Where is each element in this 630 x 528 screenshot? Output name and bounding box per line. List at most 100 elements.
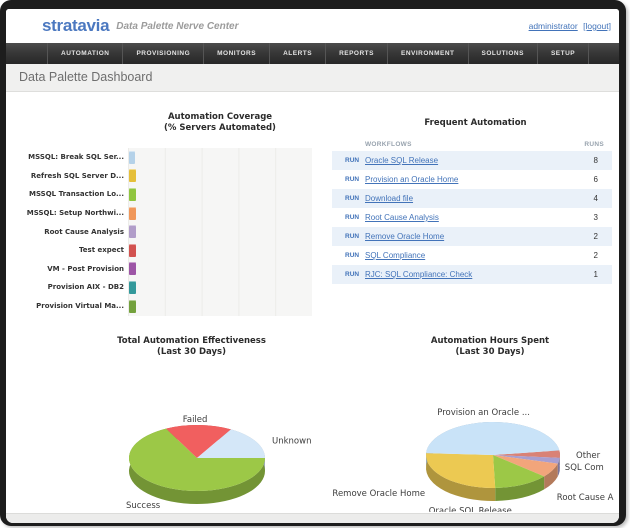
window-frame: stratavia Data Palette Nerve Center admi… [0,0,626,526]
workflow-link[interactable]: Remove Oracle Home [365,232,568,241]
bar-label: VM - Post Provision [47,264,124,273]
effectiveness-pie: Success Failed Unknown [126,415,311,511]
user-area: administrator [logout] [526,21,611,31]
chart-subtitle: (% Servers Automated) [164,123,276,133]
chart-title-block: Automation Coverage (% Servers Automated… [128,112,312,134]
logout-link[interactable]: [logout] [583,21,611,31]
run-button[interactable]: RUN [332,195,365,202]
bar-mssql-transaction-lo [129,187,137,201]
nav-item-automation[interactable]: AUTOMATION [47,43,124,64]
run-button[interactable]: RUN [332,233,365,240]
table-row: RUN RJC: SQL Compliance: Check 1 [332,265,612,284]
automation-coverage-chart: Automation Coverage (% Servers Automated… [6,92,324,328]
runs-count: 1 [593,270,598,279]
pie-label-unknown: Unknown [272,437,311,447]
table-row: RUN Oracle SQL Release 8 [332,151,612,170]
column-header-runs: RUNS [584,140,604,148]
bar-test-expect [129,243,137,257]
bar-label: MSSQL Transaction Lo... [28,190,124,199]
app-header: stratavia Data Palette Nerve Center admi… [6,9,619,43]
run-button[interactable]: RUN [332,214,365,221]
pie-label-remove-oracle-home: Remove Oracle Home [332,489,425,499]
nav-item-setup[interactable]: SETUP [538,43,590,64]
bar-refresh-sql-server-d [129,169,137,183]
hours-spent-pie: Other SQL Com Root Cause A Oracle SQL Relea… [332,408,614,512]
page-title: Data Palette Dashboard [6,64,619,92]
workflow-link[interactable]: SQL Compliance [365,251,568,260]
runs-count: 2 [593,232,598,241]
runs-count: 3 [593,213,598,222]
bar-row: Provision AIX - DB2 [6,278,324,297]
bar-vm-post-provision [129,262,137,276]
table-row: RUN Root Cause Analysis 3 [332,208,612,227]
brand-tagline: Data Palette Nerve Center [116,20,239,32]
bar-row: Root Cause Analysis [6,222,324,241]
bar-row: Provision Virtual Ma... [6,297,324,316]
bar-label: Test expect [78,246,124,255]
pie-label-oracle-sql-release: Oracle SQL Release [429,506,512,512]
brand-logo: stratavia [42,16,110,35]
nav-item-monitors[interactable]: MONITORS [204,43,271,64]
bar-label: Provision AIX - DB2 [47,283,124,292]
bar-provision-aix-db2 [129,280,137,294]
chart-title: Total Automation Effectiveness [117,336,266,346]
chart-title: Automation Coverage [167,112,273,122]
bar-row: MSSQL: Break SQL Ser... [6,148,324,167]
bar-label: Root Cause Analysis [44,227,124,236]
pie-label-root-cause-a: Root Cause A [557,493,614,503]
table-row: RUN Provision an Oracle Home 6 [332,170,612,189]
workflow-link[interactable]: Provision an Oracle Home [365,175,568,184]
bar-label: MSSQL: Break SQL Ser... [28,153,124,162]
bar-label: Refresh SQL Server D... [30,171,124,180]
bar-chart: MSSQL: Break SQL Ser... Refresh SQL Serve… [6,148,324,316]
bar-row: VM - Post Provision [6,260,324,279]
column-header-workflows: WORKFLOWS [365,140,412,148]
bar-mssql-break-sql-ser [129,150,136,164]
bar-mssql-setup-northwi [129,206,137,220]
hours-spent-chart: Automation Hours Spent (Last 30 Days) Ot… [321,328,619,512]
pie-label-sql-com: SQL Com [565,463,604,473]
chart-subtitle: (Last 30 Days) [157,347,226,357]
runs-count: 4 [593,194,598,203]
nav-item-environment[interactable]: ENVIRONMENT [388,43,469,64]
pie-label-provision-an-oracle: Provision an Oracle ... [437,408,530,418]
bar-label: MSSQL: Setup Northwi... [26,209,124,218]
app-window: stratavia Data Palette Nerve Center admi… [6,9,619,523]
bar-label: Provision Virtual Ma... [36,302,124,311]
run-button[interactable]: RUN [332,157,365,164]
window-footer [6,513,619,523]
chart-subtitle: (Last 30 Days) [455,347,525,357]
effectiveness-chart: Total Automation Effectiveness (Last 30 … [6,328,321,512]
dashboard-content: Automation Coverage (% Servers Automated… [6,92,619,513]
table-row: RUN Download file 4 [332,189,612,208]
user-link[interactable]: administrator [529,21,578,31]
workflow-link[interactable]: RJC: SQL Compliance: Check [365,270,568,279]
chart-title-block: Automation Hours Spent (Last 30 Days) [361,336,619,358]
bar-row: Test expect [6,241,324,260]
table-title: Frequent Automation [424,118,527,128]
nav-item-alerts[interactable]: ALERTS [270,43,327,64]
workflow-link[interactable]: Download file [365,194,568,203]
nav-item-provisioning[interactable]: PROVISIONING [123,43,205,64]
run-button[interactable]: RUN [332,271,365,278]
bar-row: Refresh SQL Server D... [6,167,324,186]
frequent-automation-panel: Frequent Automation WORKFLOWS RUNS RUN Or… [332,92,619,328]
table-row: RUN Remove Oracle Home 2 [332,227,612,246]
bar-root-cause-analysis [129,225,137,239]
pie-label-other: Other [576,451,601,461]
nav-item-reports[interactable]: REPORTS [326,43,388,64]
main-nav: AUTOMATION PROVISIONING MONITORS ALERTS REPO… [6,43,619,64]
pie-slice-provision-an-oracle [426,422,560,455]
bar-row: MSSQL Transaction Lo... [6,185,324,204]
run-button[interactable]: RUN [332,176,365,183]
workflow-link[interactable]: Oracle SQL Release [365,156,568,165]
pie-label-success: Success [126,501,161,511]
table-row: RUN SQL Compliance 2 [332,246,612,265]
nav-item-solutions[interactable]: SOLUTIONS [469,43,538,64]
chart-title: Automation Hours Spent [430,336,550,346]
workflow-link[interactable]: Root Cause Analysis [365,213,568,222]
run-button[interactable]: RUN [332,252,365,259]
table-header-row: WORKFLOWS RUNS [332,137,612,151]
bar-provision-virtual-ma [129,299,137,313]
bar-row: MSSQL: Setup Northwi... [6,204,324,223]
